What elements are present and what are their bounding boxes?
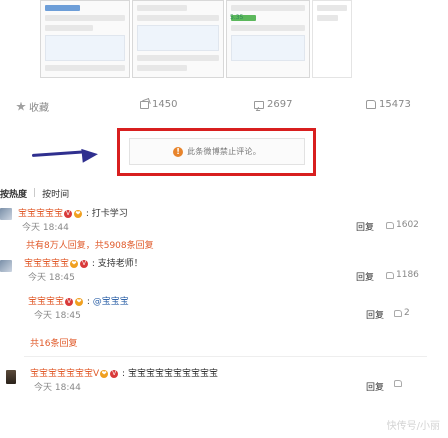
level-badge-icon: ❤: [100, 369, 109, 378]
thumbs-up-icon: [394, 309, 402, 317]
annotation-arrow: [31, 147, 102, 163]
more-replies-link[interactable]: 共16条回复: [30, 336, 77, 349]
like-button[interactable]: 15473: [366, 99, 411, 110]
share-button[interactable]: 1450: [140, 99, 177, 110]
thumbs-up-icon: [394, 380, 402, 387]
level-badge-icon: ❤: [75, 297, 84, 306]
comment-time: 今天 18:45: [28, 273, 75, 283]
comment-text: 宝宝宝宝 V ❤ : @宝宝宝: [28, 297, 129, 307]
vip-badge-icon: V: [64, 209, 73, 218]
comment-like-button[interactable]: 1602: [386, 220, 419, 230]
embedded-screenshot: 5.35: [0, 0, 448, 82]
favorite-label: 收藏: [29, 103, 49, 114]
level-badge-icon: ❤: [70, 259, 79, 268]
comment-like-count: 2: [404, 308, 410, 318]
comment-count: 2697: [267, 99, 293, 110]
comment-text: 宝宝宝宝宝 ❤ V : 支持老师！: [24, 259, 143, 269]
star-icon: [16, 101, 26, 111]
like-count: 15473: [379, 99, 411, 110]
comment-username[interactable]: 宝宝宝宝宝: [18, 209, 63, 219]
share-icon: [140, 100, 149, 109]
vip-badge-icon: V: [80, 259, 89, 268]
comment-item: 宝宝宝宝宝 V ❤ : 打卡学习 今天 18:44 回复 1602: [0, 206, 448, 236]
comment-body: 支持老师！: [97, 259, 143, 269]
comment-icon: [254, 100, 264, 109]
comment-replies-summary: 共有8万人回复，共5908条回复: [0, 238, 448, 252]
share-count: 1450: [152, 99, 178, 110]
comment-like-count: 1602: [396, 220, 419, 230]
thumbs-up-icon: [386, 221, 394, 229]
divider: [24, 356, 427, 357]
comment-time: 今天 18:44: [34, 383, 81, 393]
tab-separator: |: [33, 188, 37, 198]
comment-like-button[interactable]: 1186: [386, 270, 419, 280]
level-badge-icon: ❤: [74, 209, 83, 218]
avatar[interactable]: [6, 370, 16, 384]
comment-text: 宝宝宝宝宝宝宝V ❤ V : 宝宝宝宝宝宝宝宝宝宝: [30, 369, 218, 379]
comment-username[interactable]: 宝宝宝宝宝: [24, 259, 69, 269]
comment-item: 宝宝宝宝宝 ❤ V : 支持老师！ 今天 18:45 回复 1186: [0, 256, 448, 286]
thumbs-up-icon: [366, 100, 376, 109]
comment-item: 宝宝宝宝宝宝宝V ❤ V : 宝宝宝宝宝宝宝宝宝宝 今天 18:44 回复: [0, 366, 448, 396]
reply-button[interactable]: 回复: [366, 308, 384, 321]
avatar[interactable]: [0, 208, 12, 220]
vip-badge-icon: V: [65, 297, 74, 306]
thumbnail-panel: [40, 0, 130, 78]
notice-text: 此条微博禁止评论。: [187, 147, 261, 156]
favorite-button[interactable]: 收藏: [16, 99, 49, 114]
comment-text: 宝宝宝宝宝 V ❤ : 打卡学习: [18, 209, 128, 219]
reply-button[interactable]: 回复: [356, 220, 374, 233]
reply-button[interactable]: 回复: [366, 380, 384, 393]
comment-like-count: 1186: [396, 270, 419, 280]
post-action-bar: 收藏 1450 2697 15473: [0, 96, 448, 116]
comment-username[interactable]: 宝宝宝宝: [28, 297, 64, 307]
comment-body: @宝宝宝: [92, 297, 129, 307]
comment-item: 宝宝宝宝 V ❤ : @宝宝宝 今天 18:45 回复 2: [0, 294, 448, 324]
thumbnail-value: 5.35: [230, 14, 244, 21]
comment-time: 今天 18:45: [34, 311, 81, 321]
highlight-box: ! 此条微博禁止评论。: [117, 128, 316, 176]
tab-by-time[interactable]: 按时间: [42, 187, 69, 200]
avatar[interactable]: [0, 260, 12, 272]
comment-like-button[interactable]: 2: [394, 308, 410, 318]
vip-badge-icon: V: [110, 369, 119, 378]
comments-disabled-notice: ! 此条微博禁止评论。: [129, 138, 305, 165]
comment-sort-tabs: 按热度 | 按时间: [0, 186, 69, 200]
comment-body: 打卡学习: [91, 209, 128, 219]
comment-body: 宝宝宝宝宝宝宝宝宝宝: [127, 369, 218, 379]
comment-time: 今天 18:44: [22, 223, 69, 233]
thumbnail-panel: [132, 0, 224, 78]
comment-username[interactable]: 宝宝宝宝宝宝宝V: [30, 369, 99, 379]
thumbnail-panel: [226, 0, 310, 78]
more-replies-link[interactable]: 共有8万人回复，共5908条回复: [26, 238, 154, 251]
thumbs-up-icon: [386, 271, 394, 279]
tab-by-hot[interactable]: 按热度: [0, 187, 27, 200]
watermark: 快传号/小丽: [386, 421, 440, 432]
comment-replies-summary: 共16条回复: [0, 336, 448, 350]
comment-button[interactable]: 2697: [254, 99, 292, 110]
thumbnail-panel: [312, 0, 352, 78]
comment-like-button[interactable]: [394, 380, 404, 387]
warning-icon: !: [173, 146, 184, 157]
reply-button[interactable]: 回复: [356, 270, 374, 283]
